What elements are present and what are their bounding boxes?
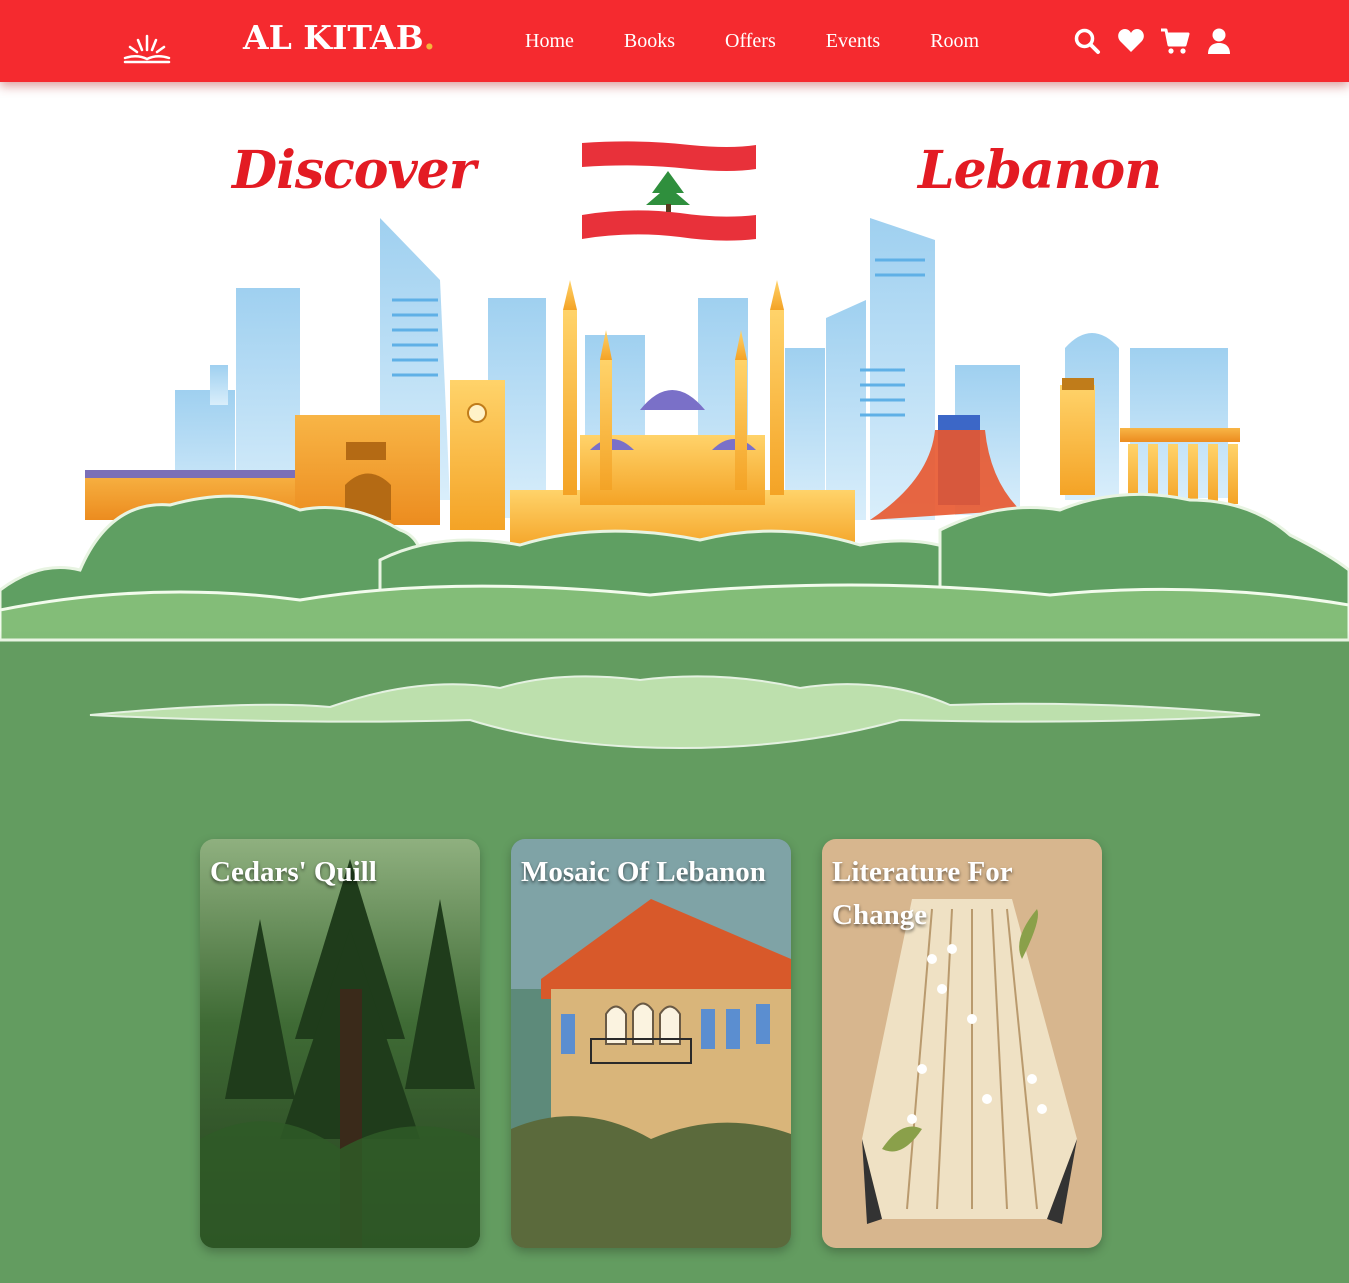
brand-name[interactable]: AL KITAB.	[243, 18, 435, 57]
card-title: Literature For Change	[832, 856, 1013, 931]
nav-link-events[interactable]: Events	[826, 30, 880, 53]
nav-link-home[interactable]: Home	[525, 30, 574, 53]
lebanese-house-painting-image	[511, 839, 791, 1248]
brand-text: AL KITAB	[243, 18, 424, 57]
card-literature-for-change[interactable]: Literature For Change	[822, 839, 1102, 1248]
nav-link-room[interactable]: Room	[930, 30, 979, 53]
lebanese-flag-icon	[582, 141, 756, 241]
search-icon[interactable]	[1072, 26, 1102, 56]
brand-dot: .	[423, 18, 436, 57]
nav-link-offers[interactable]: Offers	[725, 30, 776, 53]
card-title: Mosaic Of Lebanon	[521, 856, 766, 888]
book-sunrise-logo-icon[interactable]	[121, 32, 173, 66]
card-title: Cedars' Quill	[210, 856, 377, 888]
hero-title-right: Lebanon	[918, 140, 1162, 201]
card-cedars-quill[interactable]: Cedars' Quill	[200, 839, 480, 1248]
hero-title-left: Discover	[232, 140, 476, 201]
cedar-forest-image	[200, 839, 480, 1248]
nav-icon-group	[1072, 26, 1234, 56]
heart-icon[interactable]	[1116, 26, 1146, 56]
user-icon[interactable]	[1204, 26, 1234, 56]
nav-link-books[interactable]: Books	[624, 30, 675, 53]
nav-menu: Home Books Offers Events Room	[500, 0, 1004, 82]
card-mosaic-of-lebanon[interactable]: Mosaic Of Lebanon	[511, 839, 791, 1248]
cart-icon[interactable]	[1160, 26, 1190, 56]
top-navbar: AL KITAB. Home Books Offers Events Room	[0, 0, 1349, 82]
lebanon-skyline-illustration	[0, 218, 1349, 780]
